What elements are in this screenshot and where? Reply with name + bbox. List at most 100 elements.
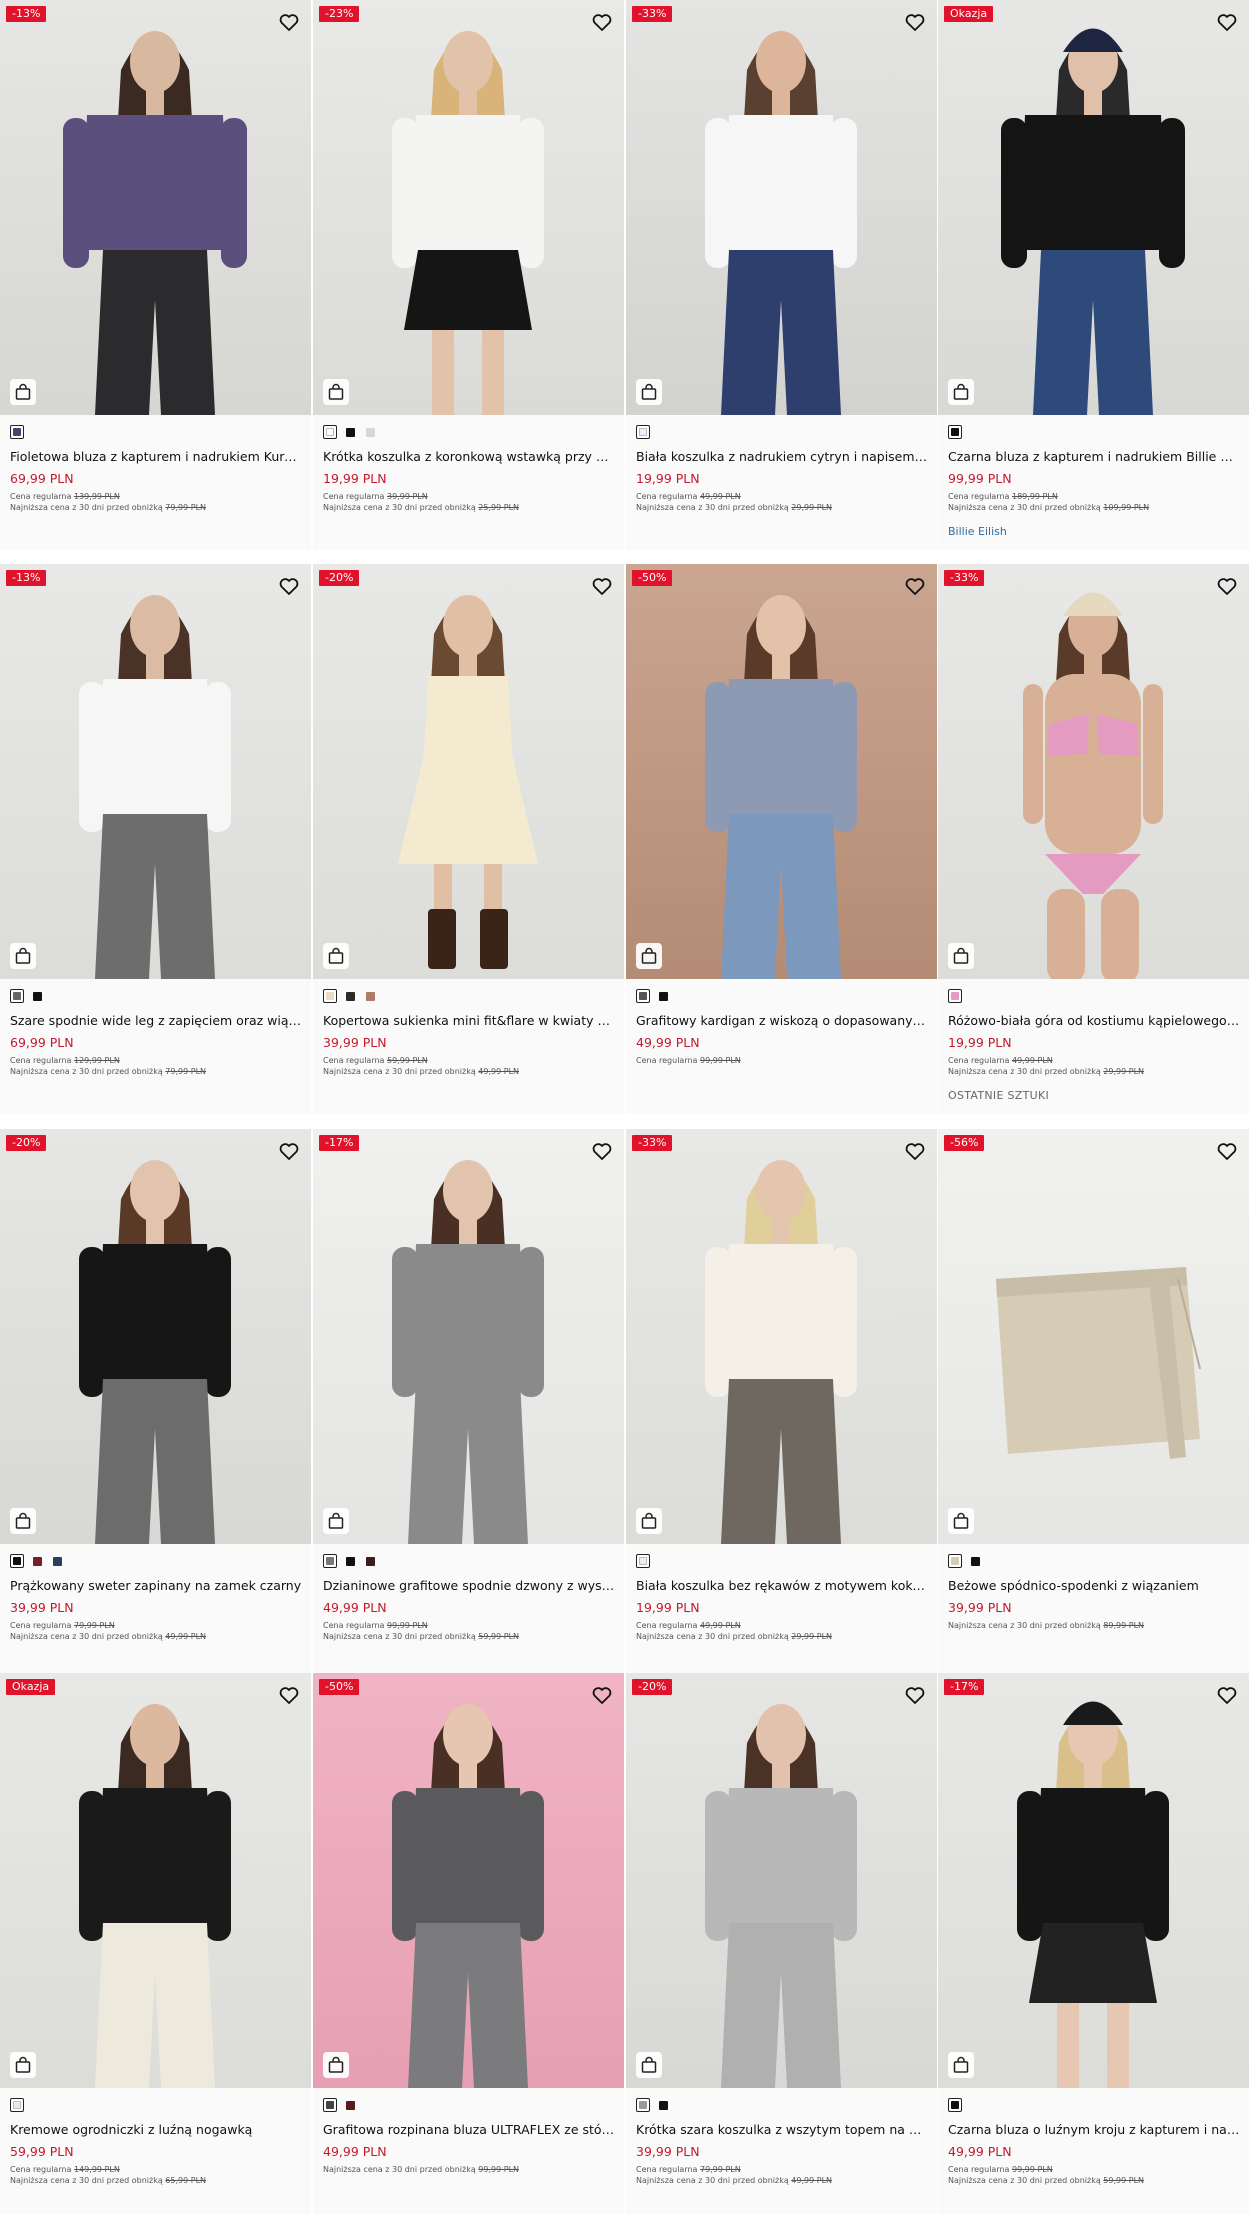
wishlist-heart-icon[interactable] [590,1683,614,1707]
wishlist-heart-icon[interactable] [1215,574,1239,598]
product-image[interactable]: -13% [0,0,311,415]
wishlist-heart-icon[interactable] [277,10,301,34]
product-card[interactable]: -23% Krótka koszulka z koronkową wstawką … [313,0,624,550]
product-photo[interactable] [313,1673,624,2088]
product-photo[interactable] [626,564,937,979]
color-swatch[interactable] [323,425,337,439]
wishlist-heart-icon[interactable] [590,1139,614,1163]
add-to-cart-bag-icon[interactable] [323,1508,349,1534]
color-swatch[interactable] [636,1554,650,1568]
color-swatch[interactable] [10,2098,24,2112]
product-image[interactable]: -33% [626,0,937,415]
add-to-cart-bag-icon[interactable] [10,2052,36,2078]
wishlist-heart-icon[interactable] [277,1683,301,1707]
product-card[interactable]: -17% Czarna bluza o luźnym kroju z kaptur… [938,1673,1249,2214]
product-image[interactable]: -50% [313,1673,624,2088]
add-to-cart-bag-icon[interactable] [323,379,349,405]
wishlist-heart-icon[interactable] [1215,1139,1239,1163]
product-photo[interactable] [626,1673,937,2088]
product-image[interactable]: Okazja [938,0,1249,415]
product-name[interactable]: Czarna bluza z kapturem i nadrukiem Bill… [948,449,1240,465]
color-swatch[interactable] [363,989,377,1003]
product-name[interactable]: Prążkowany sweter zapinany na zamek czar… [10,1578,302,1594]
product-image[interactable]: -56% [938,1129,1249,1544]
add-to-cart-bag-icon[interactable] [636,1508,662,1534]
brand-link[interactable]: Billie Eilish [948,525,1007,539]
product-photo[interactable] [313,0,624,415]
color-swatch[interactable] [656,2098,670,2112]
add-to-cart-bag-icon[interactable] [948,2052,974,2078]
product-name[interactable]: Krótka szara koszulka z wszytym topem na… [636,2122,928,2138]
add-to-cart-bag-icon[interactable] [323,943,349,969]
wishlist-heart-icon[interactable] [590,574,614,598]
color-swatch[interactable] [10,1554,24,1568]
product-image[interactable]: -33% [626,1129,937,1544]
color-swatch[interactable] [30,1554,44,1568]
product-name[interactable]: Grafitowy kardigan z wiskozą o dopasowan… [636,1013,928,1029]
product-card[interactable]: -50% Grafitowa rozpinana bluza ULTRAFLEX … [313,1673,624,2214]
wishlist-heart-icon[interactable] [1215,1683,1239,1707]
product-photo[interactable] [0,0,311,415]
color-swatch[interactable] [636,989,650,1003]
color-swatch[interactable] [323,989,337,1003]
color-swatch[interactable] [948,1554,962,1568]
color-swatch[interactable] [323,1554,337,1568]
product-card[interactable]: -13% Fioletowa bluza z kapturem i nadruki… [0,0,311,550]
product-card[interactable]: -56% Beżowe spódnico-spodenki z wiązaniem… [938,1129,1249,1679]
color-swatch[interactable] [968,1554,982,1568]
add-to-cart-bag-icon[interactable] [636,379,662,405]
product-image[interactable]: -20% [626,1673,937,2088]
product-card[interactable]: -17% Dzianinowe grafitowe spodnie dzwony … [313,1129,624,1679]
product-image[interactable]: -17% [313,1129,624,1544]
color-swatch[interactable] [343,1554,357,1568]
product-card[interactable]: -33% Biała koszulka z nadrukiem cytryn i … [626,0,937,550]
wishlist-heart-icon[interactable] [903,1139,927,1163]
wishlist-heart-icon[interactable] [590,10,614,34]
product-card[interactable]: Okazja Czarna bluza z kapturem i nadrukie… [938,0,1249,550]
product-photo[interactable] [0,1673,311,2088]
product-image[interactable]: -50% [626,564,937,979]
product-name[interactable]: Kopertowa sukienka mini fit&flare w kwia… [323,1013,615,1029]
product-card[interactable]: -33% Różowo-biała góra od kostiumu kąpiel… [938,564,1249,1114]
product-image[interactable]: -13% [0,564,311,979]
add-to-cart-bag-icon[interactable] [323,2052,349,2078]
add-to-cart-bag-icon[interactable] [948,1508,974,1534]
add-to-cart-bag-icon[interactable] [948,943,974,969]
product-name[interactable]: Grafitowa rozpinana bluza ULTRAFLEX ze s… [323,2122,615,2138]
product-name[interactable]: Dzianinowe grafitowe spodnie dzwony z wy… [323,1578,615,1594]
color-swatch[interactable] [50,1554,64,1568]
product-photo[interactable] [938,0,1249,415]
color-swatch[interactable] [323,2098,337,2112]
product-name[interactable]: Różowo-biała góra od kostiumu kąpieloweg… [948,1013,1240,1029]
product-image[interactable]: -20% [0,1129,311,1544]
add-to-cart-bag-icon[interactable] [10,1508,36,1534]
color-swatch[interactable] [656,989,670,1003]
add-to-cart-bag-icon[interactable] [636,2052,662,2078]
wishlist-heart-icon[interactable] [277,574,301,598]
color-swatch[interactable] [343,989,357,1003]
product-photo[interactable] [626,1129,937,1544]
product-photo[interactable] [0,564,311,979]
color-swatch[interactable] [636,425,650,439]
color-swatch[interactable] [948,2098,962,2112]
product-photo[interactable] [0,1129,311,1544]
product-image[interactable]: -23% [313,0,624,415]
product-photo[interactable] [938,564,1249,979]
product-photo[interactable] [313,1129,624,1544]
product-image[interactable]: -20% [313,564,624,979]
color-swatch[interactable] [343,425,357,439]
color-swatch[interactable] [30,989,44,1003]
wishlist-heart-icon[interactable] [1215,10,1239,34]
product-card[interactable]: -20% Krótka szara koszulka z wszytym tope… [626,1673,937,2214]
product-name[interactable]: Beżowe spódnico-spodenki z wiązaniem [948,1578,1240,1594]
color-swatch[interactable] [10,425,24,439]
wishlist-heart-icon[interactable] [903,574,927,598]
color-swatch[interactable] [10,989,24,1003]
product-name[interactable]: Biała koszulka z nadrukiem cytryn i napi… [636,449,928,465]
product-image[interactable]: -17% [938,1673,1249,2088]
wishlist-heart-icon[interactable] [903,10,927,34]
product-name[interactable]: Szare spodnie wide leg z zapięciem oraz … [10,1013,302,1029]
product-name[interactable]: Czarna bluza o luźnym kroju z kapturem i… [948,2122,1240,2138]
product-name[interactable]: Fioletowa bluza z kapturem i nadrukiem K… [10,449,302,465]
add-to-cart-bag-icon[interactable] [948,379,974,405]
